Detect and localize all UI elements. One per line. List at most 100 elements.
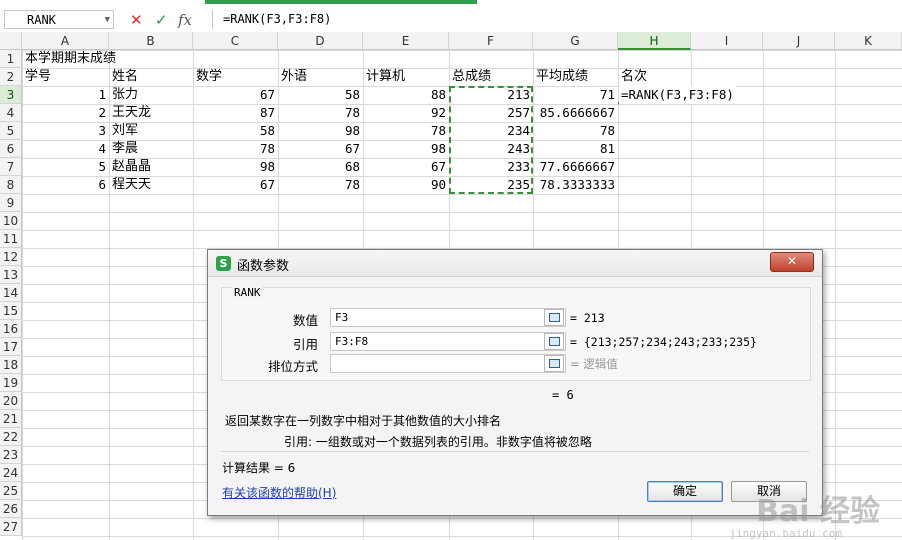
- column-header-k[interactable]: K: [835, 32, 902, 50]
- row-header-23[interactable]: 23: [0, 446, 22, 464]
- range-select-icon[interactable]: [544, 355, 564, 372]
- arg-input-ref[interactable]: F3:F8: [330, 332, 566, 351]
- computer-cell[interactable]: 98: [364, 140, 448, 158]
- row-header-8[interactable]: 8: [0, 176, 22, 194]
- header-cell[interactable]: 外语: [279, 68, 363, 86]
- row-header-11[interactable]: 11: [0, 230, 22, 248]
- language-cell[interactable]: 78: [279, 176, 362, 194]
- column-header-h[interactable]: H: [618, 32, 691, 50]
- header-cell[interactable]: 学号: [23, 68, 109, 86]
- range-select-icon[interactable]: [544, 333, 564, 350]
- column-header-b[interactable]: B: [109, 32, 193, 50]
- row-header-14[interactable]: 14: [0, 284, 22, 302]
- row-header-27[interactable]: 27: [0, 518, 22, 536]
- id-cell[interactable]: 3: [23, 122, 108, 140]
- arg-input-number[interactable]: F3: [330, 308, 566, 327]
- formula-input[interactable]: =RANK(F3,F3:F8): [212, 10, 898, 29]
- row-header-6[interactable]: 6: [0, 140, 22, 158]
- column-header-i[interactable]: I: [691, 32, 763, 50]
- average-cell[interactable]: 81: [534, 140, 617, 158]
- row-header-3[interactable]: 3: [0, 86, 22, 104]
- row-header-5[interactable]: 5: [0, 122, 22, 140]
- math-cell[interactable]: 58: [194, 122, 277, 140]
- name-cell[interactable]: 程天天: [110, 176, 193, 194]
- column-header-f[interactable]: F: [449, 32, 533, 50]
- row-header-18[interactable]: 18: [0, 356, 22, 374]
- id-cell[interactable]: 6: [23, 176, 108, 194]
- range-select-icon[interactable]: [544, 309, 564, 326]
- header-cell[interactable]: 计算机: [364, 68, 449, 86]
- computer-cell[interactable]: 78: [364, 122, 448, 140]
- chevron-down-icon[interactable]: ▼: [105, 11, 110, 30]
- math-cell[interactable]: 98: [194, 158, 277, 176]
- row-header-19[interactable]: 19: [0, 374, 22, 392]
- language-cell[interactable]: 98: [279, 122, 362, 140]
- row-header-21[interactable]: 21: [0, 410, 22, 428]
- average-cell[interactable]: 77.6666667: [534, 158, 617, 176]
- row-header-12[interactable]: 12: [0, 248, 22, 266]
- select-all-corner[interactable]: [0, 32, 22, 50]
- row-header-22[interactable]: 22: [0, 428, 22, 446]
- row-header-9[interactable]: 9: [0, 194, 22, 212]
- name-cell[interactable]: 李晨: [110, 140, 193, 158]
- computer-cell[interactable]: 92: [364, 104, 448, 122]
- ok-button[interactable]: 确定: [647, 481, 723, 502]
- name-cell[interactable]: 王天龙: [110, 104, 193, 122]
- column-header-g[interactable]: G: [533, 32, 618, 50]
- row-header-15[interactable]: 15: [0, 302, 22, 320]
- row-header-20[interactable]: 20: [0, 392, 22, 410]
- row-header-7[interactable]: 7: [0, 158, 22, 176]
- name-cell[interactable]: 刘军: [110, 122, 193, 140]
- name-cell[interactable]: 赵晶晶: [110, 158, 193, 176]
- language-cell[interactable]: 67: [279, 140, 362, 158]
- language-cell[interactable]: 78: [279, 104, 362, 122]
- confirm-icon[interactable]: ✓: [155, 11, 168, 29]
- name-box[interactable]: RANK ▼: [4, 10, 114, 29]
- average-cell[interactable]: 78: [534, 122, 617, 140]
- sheet-title[interactable]: 本学期期末成绩: [23, 50, 118, 68]
- language-cell[interactable]: 58: [279, 86, 362, 104]
- average-cell[interactable]: 78.3333333: [534, 176, 617, 194]
- id-cell[interactable]: 1: [23, 86, 108, 104]
- row-header-4[interactable]: 4: [0, 104, 22, 122]
- help-link[interactable]: 有关该函数的帮助(H): [222, 484, 336, 501]
- header-cell[interactable]: 总成绩: [450, 68, 533, 86]
- column-header-a[interactable]: A: [22, 32, 109, 50]
- column-header-e[interactable]: E: [363, 32, 449, 50]
- editing-cell-h3[interactable]: =RANK(F3,F3:F8): [619, 86, 736, 104]
- column-header-d[interactable]: D: [278, 32, 363, 50]
- insert-function-icon[interactable]: fx: [178, 11, 192, 29]
- id-cell[interactable]: 4: [23, 140, 108, 158]
- computer-cell[interactable]: 67: [364, 158, 448, 176]
- row-header-10[interactable]: 10: [0, 212, 22, 230]
- math-cell[interactable]: 67: [194, 86, 277, 104]
- computer-cell[interactable]: 90: [364, 176, 448, 194]
- language-cell[interactable]: 68: [279, 158, 362, 176]
- header-cell[interactable]: 数学: [194, 68, 278, 86]
- dialog-titlebar[interactable]: S 函数参数 ✕: [208, 250, 822, 277]
- average-cell[interactable]: 71: [534, 86, 617, 104]
- row-header-13[interactable]: 13: [0, 266, 22, 284]
- id-cell[interactable]: 2: [23, 104, 108, 122]
- row-header-1[interactable]: 1: [0, 50, 22, 68]
- math-cell[interactable]: 78: [194, 140, 277, 158]
- cancel-icon[interactable]: ✕: [130, 11, 143, 29]
- average-cell[interactable]: 85.6666667: [534, 104, 617, 122]
- name-cell[interactable]: 张力: [110, 86, 193, 104]
- column-header-c[interactable]: C: [193, 32, 278, 50]
- close-icon[interactable]: ✕: [770, 252, 814, 272]
- row-header-26[interactable]: 26: [0, 500, 22, 518]
- row-header-25[interactable]: 25: [0, 482, 22, 500]
- id-cell[interactable]: 5: [23, 158, 108, 176]
- row-header-2[interactable]: 2: [0, 68, 22, 86]
- row-header-16[interactable]: 16: [0, 320, 22, 338]
- row-header-24[interactable]: 24: [0, 464, 22, 482]
- math-cell[interactable]: 87: [194, 104, 277, 122]
- arg-input-order[interactable]: [330, 354, 566, 373]
- row-header-17[interactable]: 17: [0, 338, 22, 356]
- column-header-j[interactable]: J: [763, 32, 835, 50]
- computer-cell[interactable]: 88: [364, 86, 448, 104]
- header-cell[interactable]: 平均成绩: [534, 68, 618, 86]
- header-cell[interactable]: 名次: [619, 68, 691, 86]
- math-cell[interactable]: 67: [194, 176, 277, 194]
